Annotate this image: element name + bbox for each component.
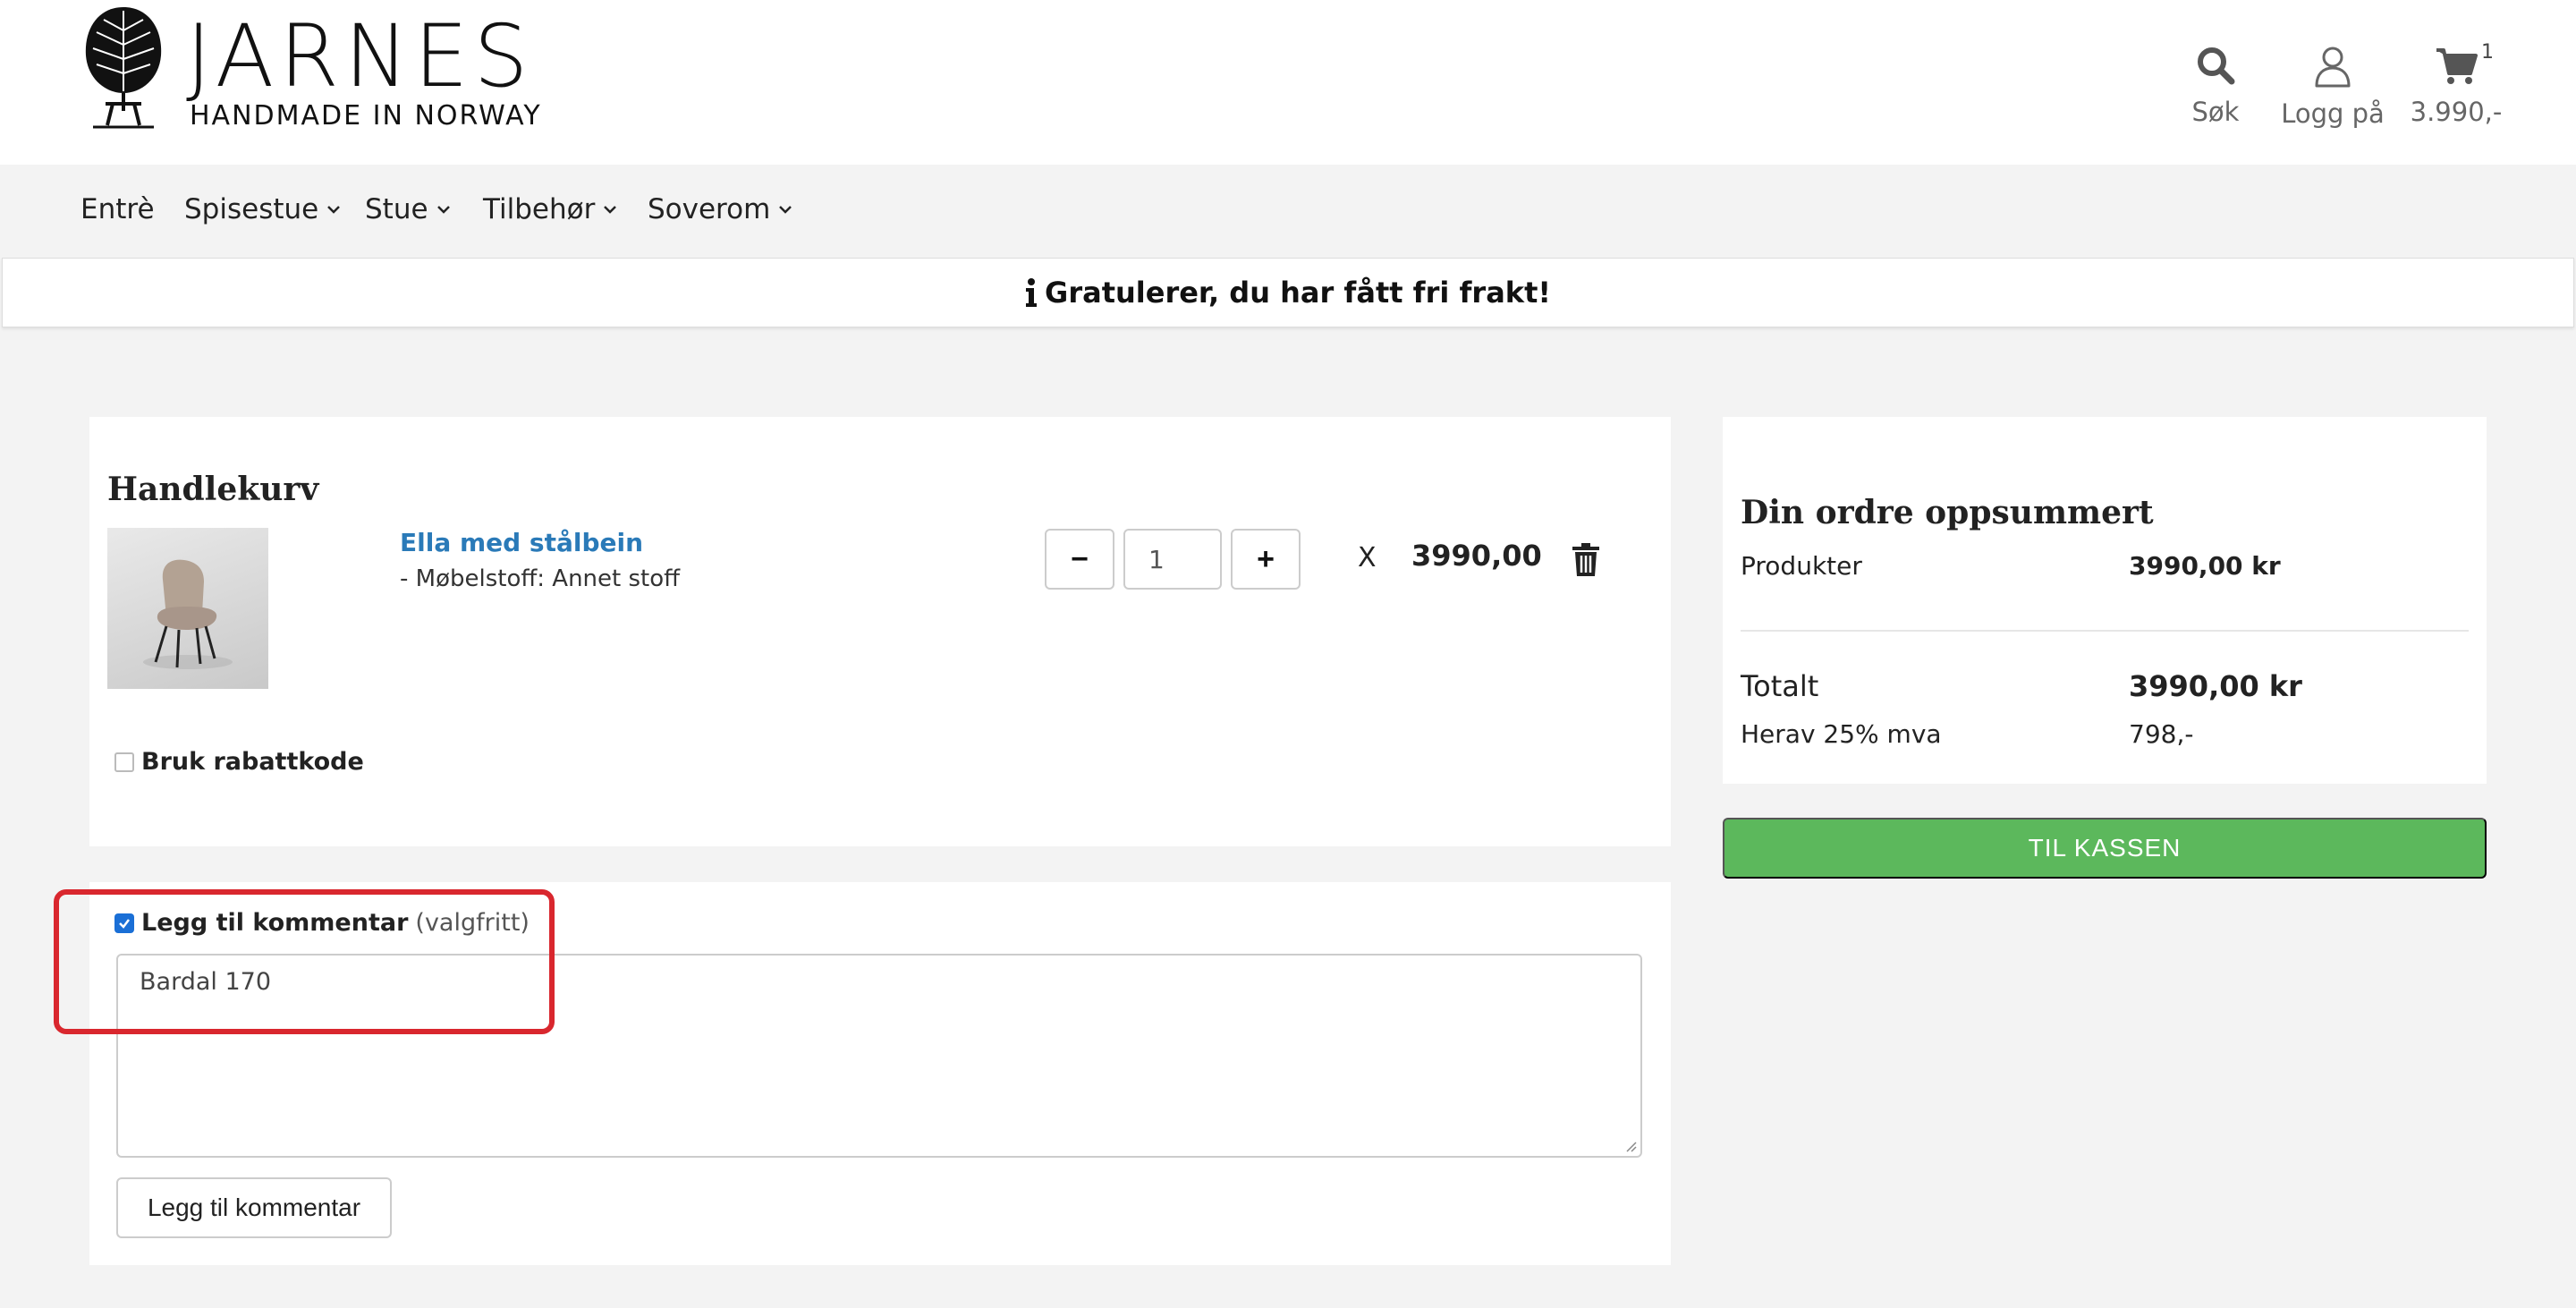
summary-title: Din ordre oppsummert — [1741, 494, 2154, 531]
brand-name: JARNES — [186, 6, 534, 106]
line-price: 3990,00 — [1411, 539, 1542, 573]
nav-item-spisestue[interactable]: Spisestue — [184, 193, 342, 225]
chevron-down-icon — [327, 206, 341, 214]
chevron-down-icon — [436, 206, 450, 214]
products-value: 3990,00 kr — [2129, 551, 2281, 581]
banner-text: Gratulerer, du har fått fri frakt! — [1045, 276, 1551, 310]
decrease-quantity-button[interactable]: − — [1045, 529, 1114, 590]
info-icon — [1026, 278, 1038, 307]
cart-total: 3.990,- — [2410, 97, 2503, 127]
summary-divider — [1741, 630, 2469, 632]
search-button[interactable]: Søk — [2175, 45, 2256, 127]
cart-count-badge: 1 — [2481, 41, 2494, 64]
resize-grip-icon[interactable] — [1624, 1140, 1637, 1152]
add-comment-button[interactable]: Legg til kommentar — [116, 1177, 392, 1238]
brand-logo[interactable]: JARNES HANDMADE IN NORWAY — [80, 4, 564, 138]
shopping-cart-icon — [2436, 48, 2478, 84]
nav-item-label: Tilbehør — [483, 193, 596, 225]
chevron-down-icon — [779, 206, 792, 214]
chevron-down-icon — [604, 206, 617, 214]
search-icon — [2198, 47, 2235, 85]
free-shipping-banner: Gratulerer, du har fått fri frakt! — [2, 258, 2574, 327]
products-label: Produkter — [1741, 551, 1862, 581]
nav-item-label: Soverom — [648, 193, 771, 225]
site-header: JARNES HANDMADE IN NORWAY Søk Logg på 1 … — [0, 0, 2576, 165]
vat-label: Herav 25% mva — [1741, 719, 1942, 749]
nav-item-entre[interactable]: Entrè — [80, 193, 155, 225]
checkout-button[interactable]: TIL KASSEN — [1723, 818, 2487, 879]
total-label: Totalt — [1741, 669, 1819, 703]
nav-item-label: Stue — [365, 193, 428, 225]
product-image[interactable] — [107, 528, 268, 689]
quantity-input[interactable]: 1 — [1123, 529, 1222, 590]
cart-panel: Handlekurv Ella med stålbein - Møbelstof… — [89, 417, 1671, 846]
chair-product-image — [143, 559, 233, 669]
nav-item-label: Spisestue — [184, 193, 319, 225]
discount-checkbox[interactable] — [114, 752, 134, 772]
product-name-link[interactable]: Ella med stålbein — [400, 528, 643, 557]
trash-icon[interactable] — [1571, 542, 1601, 578]
nav-item-stue[interactable]: Stue — [365, 193, 452, 225]
login-label: Logg på — [2281, 98, 2385, 129]
total-value: 3990,00 kr — [2129, 669, 2302, 703]
main-nav: Entrè Spisestue Stue Tilbehør Soverom — [0, 165, 2576, 258]
product-variant: - Møbelstoff: Annet stoff — [400, 565, 681, 592]
discount-code-toggle[interactable]: Bruk rabattkode — [114, 748, 364, 776]
order-summary-panel: Din ordre oppsummert Produkter 3990,00 k… — [1723, 417, 2487, 784]
times-sign: X — [1358, 542, 1377, 573]
cart-title: Handlekurv — [107, 471, 319, 508]
cart-button[interactable]: 1 3.990,- — [2410, 41, 2503, 127]
vat-value: 798,- — [2129, 719, 2194, 749]
increase-quantity-button[interactable]: + — [1231, 529, 1301, 590]
leaf-chair-logo-icon — [85, 7, 162, 129]
search-label: Søk — [2191, 97, 2240, 127]
user-icon — [2315, 47, 2351, 88]
discount-label: Bruk rabattkode — [141, 748, 364, 776]
nav-item-label: Entrè — [80, 193, 155, 225]
login-button[interactable]: Logg på — [2279, 45, 2386, 129]
nav-item-soverom[interactable]: Soverom — [648, 193, 793, 225]
nav-item-tilbehor[interactable]: Tilbehør — [483, 193, 618, 225]
annotation-highlight-box — [54, 889, 555, 1034]
brand-tagline: HANDMADE IN NORWAY — [190, 100, 542, 132]
